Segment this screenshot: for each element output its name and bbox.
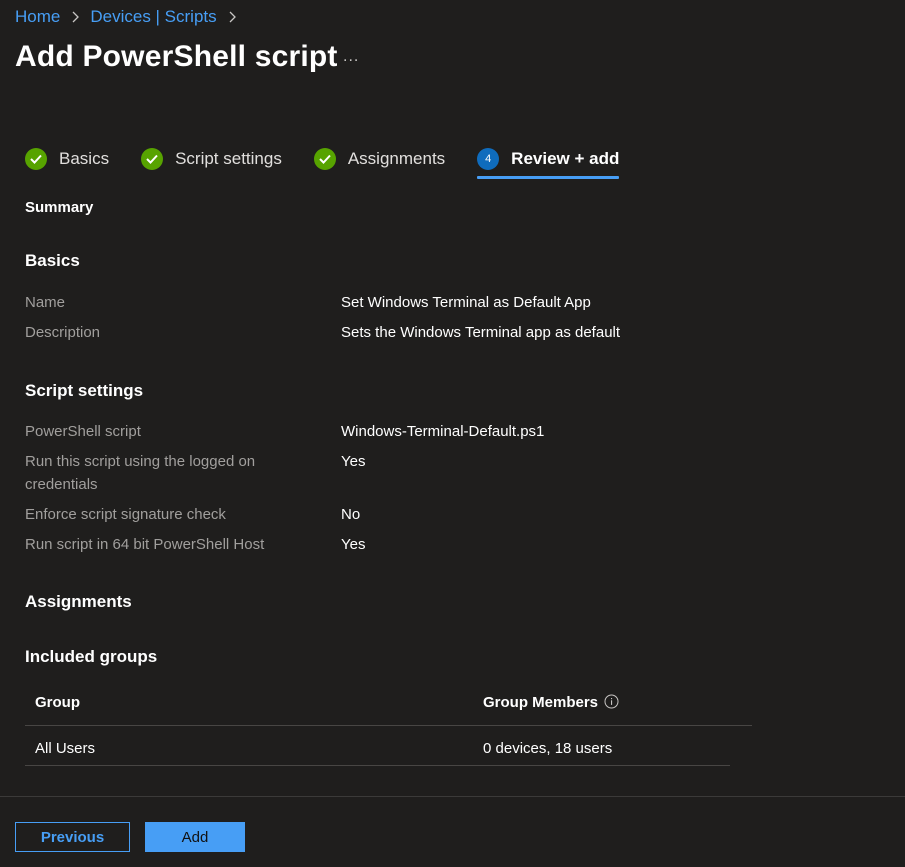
step-label: Assignments [347,149,446,168]
step-label: Review + add [511,149,620,168]
tab-script-settings[interactable]: Script settings [141,146,282,172]
column-header-group: Group [35,694,80,711]
step-number-badge: 4 [477,148,500,170]
more-options-button[interactable]: ... [343,48,359,66]
run-64bit-label: Run script in 64 bit PowerShell Host [25,536,265,553]
breadcrumb-home-link[interactable]: Home [15,7,60,27]
included-groups-heading: Included groups [25,647,158,666]
summary-heading: Summary [25,199,94,216]
run-64bit-value: Yes [341,536,366,553]
checkmark-icon [141,148,164,170]
tab-review-add[interactable]: 4 Review + add [477,146,620,179]
footer-divider [0,796,905,797]
table-row-divider [25,765,730,766]
info-icon[interactable] [604,694,619,709]
name-value: Set Windows Terminal as Default App [341,294,591,311]
assignments-heading: Assignments [25,592,132,611]
group-cell: All Users [35,740,96,757]
description-value: Sets the Windows Terminal app as default [341,324,621,341]
run-as-logged-on-label: Run this script using the logged on cred… [25,453,256,493]
breadcrumb-devices-scripts-link[interactable]: Devices | Scripts [90,7,216,27]
powershell-script-label: PowerShell script [25,423,141,440]
page-title: Add PowerShell script [15,40,338,73]
checkmark-icon [25,148,47,170]
script-settings-heading: Script settings [25,381,144,400]
column-header-group-members: Group Members [483,694,619,711]
signature-check-value: No [341,506,361,523]
tab-basics[interactable]: Basics [25,146,109,172]
step-label: Basics [59,149,110,168]
run-as-logged-on-value: Yes [341,453,366,470]
tab-assignments[interactable]: Assignments [313,146,446,172]
step-label: Script settings [175,149,282,168]
basics-heading: Basics [25,251,80,270]
powershell-script-value: Windows-Terminal-Default.ps1 [341,423,545,440]
breadcrumb: Home Devices | Scripts [15,7,247,27]
table-row: All Users 0 devices, 18 users [25,726,730,765]
add-button[interactable]: Add [145,822,245,852]
chevron-right-icon [70,11,80,23]
description-label: Description [25,324,101,341]
signature-check-label: Enforce script signature check [25,506,226,523]
column-header-label: Group Members [483,694,599,711]
members-cell: 0 devices, 18 users [483,740,613,757]
chevron-right-icon [227,11,237,23]
previous-button[interactable]: Previous [15,822,130,852]
checkmark-icon [313,148,336,170]
name-label: Name [25,294,66,311]
wizard-steps: Basics Script settings Assignments 4 Rev… [25,146,651,182]
